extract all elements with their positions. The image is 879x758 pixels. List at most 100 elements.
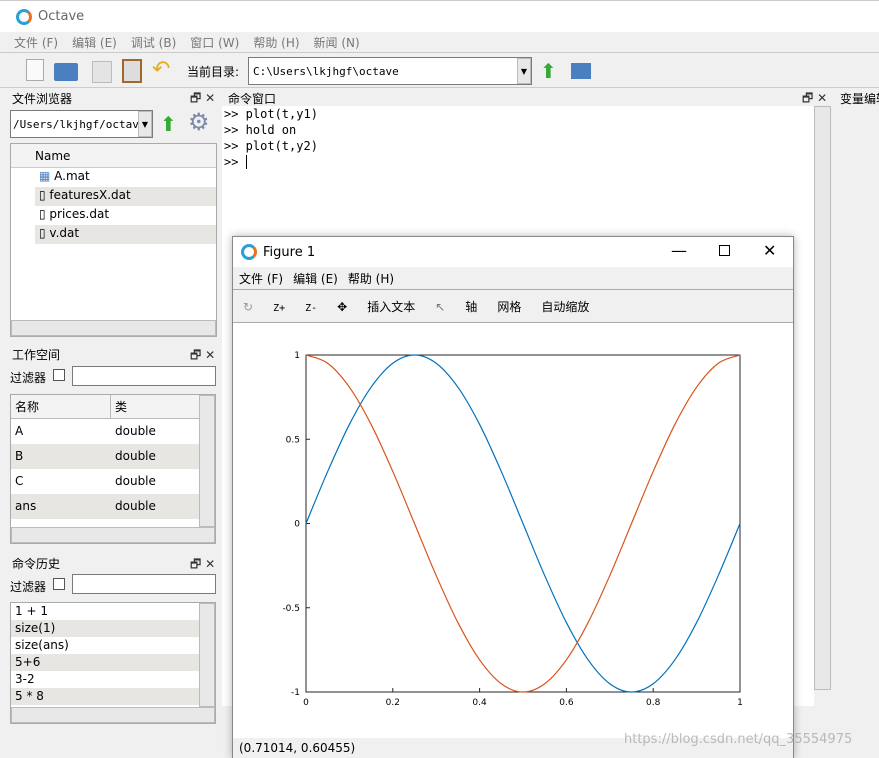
y-tick-label: -1 (291, 688, 300, 698)
horizontal-scrollbar[interactable] (11, 707, 215, 723)
undock-close-icon[interactable]: 🗗 ✕ (190, 346, 215, 367)
pan-icon[interactable]: ✥ (337, 300, 347, 314)
zoom-out-button[interactable]: Z- (305, 303, 317, 314)
filter-label: 过滤器 (10, 371, 47, 385)
menu-file[interactable]: 文件 (F) (14, 36, 58, 50)
undock-close-icon[interactable]: 🗗 ✕ (190, 89, 215, 110)
chevron-down-icon[interactable]: ▼ (517, 58, 531, 84)
list-item[interactable]: 5 * 8 (11, 688, 199, 705)
text-cursor (245, 155, 247, 169)
file-list: Name ▦ A.mat ▯ featuresX.dat ▯ prices.da… (10, 143, 217, 337)
figure-menu-edit[interactable]: 编辑 (E) (293, 272, 338, 286)
series-line-1 (305, 354, 741, 693)
y-tick-label: 0.5 (286, 435, 300, 445)
copy-icon[interactable] (92, 61, 112, 83)
filter-input[interactable] (72, 366, 216, 386)
open-folder-icon[interactable] (54, 63, 78, 81)
grid-button[interactable]: 网格 (497, 298, 521, 315)
figure-menu-help[interactable]: 帮助 (H) (348, 272, 394, 286)
vertical-scrollbar[interactable] (199, 395, 215, 527)
octave-logo-icon (16, 9, 32, 25)
x-tick-label: 0.6 (559, 698, 574, 708)
x-tick-label: 0.4 (472, 698, 487, 708)
column-header-class[interactable]: 类 (111, 395, 127, 418)
menu-help[interactable]: 帮助 (H) (253, 36, 299, 50)
y-tick-label: 0 (294, 520, 300, 530)
column-header-name[interactable]: 名称 (11, 395, 111, 418)
table-row[interactable]: ans double (11, 494, 201, 519)
chevron-down-icon[interactable]: ▼ (138, 111, 152, 137)
file-browser-path[interactable]: /Users/lkjhgf/octave ▼ (10, 110, 153, 138)
parent-dir-icon[interactable]: ⬆ (160, 112, 177, 136)
menu-debug[interactable]: 调试 (B) (131, 36, 176, 50)
file-icon: ▯ (39, 207, 50, 221)
menu-window[interactable]: 窗口 (W) (190, 36, 239, 50)
list-item[interactable]: ▯ prices.dat (35, 206, 216, 225)
list-item[interactable]: size(ans) (11, 637, 199, 654)
figure-toolbar: ↻ Z+ Z- ✥ 插入文本 ↖ 轴 网格 自动缩放 (233, 289, 793, 323)
parent-dir-icon[interactable]: ⬆ (540, 59, 557, 83)
x-tick-label: 0.8 (646, 698, 661, 708)
insert-text-button[interactable]: 插入文本 (367, 298, 415, 315)
table-row[interactable]: Adouble (11, 419, 201, 444)
y-tick-label: 1 (294, 351, 300, 361)
x-tick-label: 0 (303, 698, 309, 708)
table-row[interactable]: Bdouble (11, 444, 201, 469)
list-item[interactable]: ▦ A.mat (35, 168, 216, 187)
figure-menubar: 文件 (F) 编辑 (E) 帮助 (H) (233, 267, 793, 289)
file-browser-title: 文件浏览器 (12, 92, 73, 106)
axes-button[interactable]: 轴 (465, 298, 477, 315)
list-item[interactable]: ▯ v.dat (35, 225, 216, 244)
gear-icon[interactable]: ⚙ (188, 108, 210, 136)
cwd-label: 当前目录: (187, 65, 240, 79)
workspace-table: 名称 类 Adouble Bdouble Cdouble ans double (10, 394, 216, 544)
octave-logo-icon (241, 244, 257, 260)
maximize-button[interactable] (719, 245, 730, 256)
cursor-coordinates: (0.71014, 0.60455) (239, 741, 356, 755)
table-row[interactable]: Cdouble (11, 469, 201, 494)
name-column-header[interactable]: Name (11, 144, 216, 168)
vertical-scrollbar[interactable] (199, 603, 215, 707)
filter-label: 过滤器 (10, 580, 47, 594)
y-tick-label: -0.5 (282, 604, 300, 614)
variable-editor-title: 变量编辑器 (840, 92, 879, 106)
list-item[interactable]: 1 + 1 (11, 603, 199, 620)
horizontal-scrollbar[interactable] (11, 320, 216, 336)
list-item[interactable]: ▯ featuresX.dat (35, 187, 216, 206)
figure-menu-file[interactable]: 文件 (F) (239, 272, 283, 286)
history-title: 命令历史 (12, 557, 61, 571)
history-list: 1 + 1 size(1) size(ans) 5+6 3-2 5 * 8 (10, 602, 216, 724)
close-button[interactable]: ✕ (763, 241, 776, 260)
table-file-icon: ▦ (39, 169, 55, 183)
zoom-in-button[interactable]: Z+ (273, 303, 285, 314)
file-icon: ▯ (39, 188, 50, 202)
cwd-input[interactable]: C:\Users\lkjhgf\octave ▼ (248, 57, 532, 85)
select-pointer-icon[interactable]: ↖ (435, 300, 445, 314)
menu-news[interactable]: 新闻 (N) (314, 36, 360, 50)
filter-input[interactable] (72, 574, 216, 594)
filter-checkbox[interactable] (53, 578, 65, 590)
x-tick-label: 1 (737, 698, 743, 708)
autoscale-button[interactable]: 自动缩放 (541, 298, 589, 315)
horizontal-scrollbar[interactable] (11, 527, 215, 543)
app-titlebar: Octave (0, 0, 879, 32)
plot-canvas[interactable]: 0 0.2 0.4 0.6 0.8 1 1 0.5 0 -0.5 -1 (233, 324, 793, 738)
undo-icon[interactable]: ↶ (152, 57, 170, 82)
main-toolbar: ↶ 当前目录: C:\Users\lkjhgf\octave ▼ ⬆ (0, 52, 879, 88)
menu-edit[interactable]: 编辑 (E) (72, 36, 117, 50)
vertical-scrollbar[interactable] (814, 106, 831, 690)
paste-icon[interactable] (122, 59, 142, 83)
list-item[interactable]: 5+6 (11, 654, 199, 671)
list-item[interactable]: 3-2 (11, 671, 199, 688)
workspace-title: 工作空间 (12, 348, 61, 362)
rotate-icon[interactable]: ↻ (243, 300, 253, 314)
x-tick-label: 0.2 (386, 698, 400, 708)
watermark: https://blog.csdn.net/qq_35554975 (624, 732, 853, 747)
list-item[interactable]: size(1) (11, 620, 199, 637)
minimize-button[interactable]: — (671, 241, 687, 260)
undock-close-icon[interactable]: 🗗 ✕ (190, 555, 215, 576)
filter-checkbox[interactable] (53, 369, 65, 381)
browse-folder-icon[interactable] (571, 63, 591, 79)
new-file-icon[interactable] (26, 59, 44, 81)
command-window-title: 命令窗口 (228, 92, 277, 106)
